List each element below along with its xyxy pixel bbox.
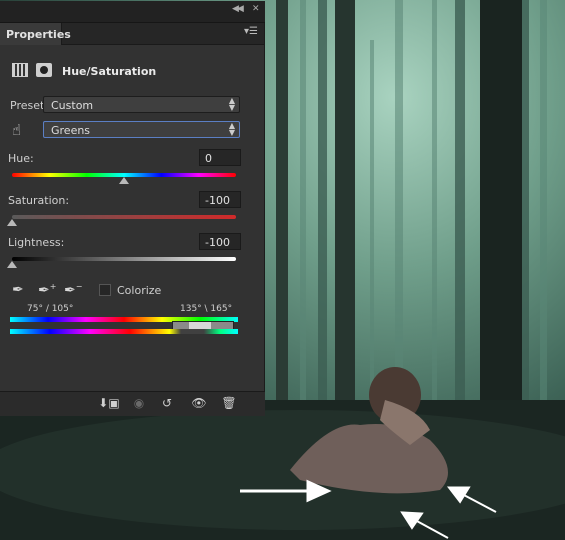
adjustment-title: Hue/Saturation: [62, 65, 157, 78]
colorize-checkbox[interactable]: [99, 284, 111, 296]
saturation-slider-track[interactable]: [12, 215, 236, 219]
layer-mask-icon[interactable]: [36, 63, 52, 77]
channel-select[interactable]: Greens ▲ ▼: [43, 121, 240, 138]
lightness-input[interactable]: -100: [199, 233, 241, 250]
saturation-input[interactable]: -100: [199, 191, 241, 208]
adjustment-header: Hue/Saturation: [0, 55, 265, 85]
eyedropper-icon[interactable]: ✒: [12, 282, 24, 298]
preset-value: Custom: [51, 99, 94, 112]
saturation-label: Saturation:: [8, 194, 70, 207]
panel-menu-icon[interactable]: ▾☰: [244, 26, 258, 37]
lightness-label: Lightness:: [8, 236, 65, 249]
panel-tabbar: Properties ▾☰: [0, 23, 264, 45]
tab-properties[interactable]: Properties: [0, 23, 71, 45]
colorize-label: Colorize: [117, 284, 162, 297]
range-selector-center[interactable]: [189, 322, 211, 329]
trash-icon[interactable]: 🗑: [218, 396, 240, 414]
double-chevron-icon[interactable]: ◀◀: [232, 4, 244, 14]
view-previous-icon[interactable]: ◉: [128, 396, 150, 414]
reset-icon[interactable]: ↺: [156, 396, 178, 414]
hue-slider-thumb[interactable]: [119, 177, 129, 184]
hue-saturation-layer-icon[interactable]: [12, 63, 28, 77]
visibility-icon[interactable]: 👁: [188, 396, 210, 414]
select-arrows-icon: ▲ ▼: [228, 121, 235, 137]
range-left-readout: 75° / 105°: [27, 304, 74, 314]
saturation-slider-thumb[interactable]: [7, 219, 17, 226]
close-icon[interactable]: ✕: [252, 4, 260, 14]
spectrum-bottom-bar: [10, 329, 238, 334]
hue-label: Hue:: [8, 152, 34, 165]
channel-value: Greens: [51, 124, 91, 137]
panel-bottom-toolbar: ⬇▣ ◉ ↺ 👁 🗑: [0, 391, 265, 416]
eyedropper-add-icon[interactable]: ✒+: [38, 282, 56, 299]
panel-titlebar: ◀◀ ✕: [0, 1, 265, 23]
eyedropper-subtract-icon[interactable]: ✒−: [64, 282, 82, 299]
properties-panel: ◀◀ ✕ Properties ▾☰ Hue/Saturation Preset…: [0, 1, 265, 416]
hue-input[interactable]: 0: [199, 149, 241, 166]
lightness-slider-track[interactable]: [12, 257, 236, 261]
lightness-slider-thumb[interactable]: [7, 261, 17, 268]
range-right-readout: 135° \ 165°: [180, 304, 233, 314]
hand-icon[interactable]: ☝: [12, 121, 21, 139]
select-arrows-icon: ▲ ▼: [228, 96, 235, 112]
clip-to-layer-icon[interactable]: ⬇▣: [98, 396, 120, 414]
preset-select[interactable]: Custom ▲ ▼: [43, 96, 240, 113]
